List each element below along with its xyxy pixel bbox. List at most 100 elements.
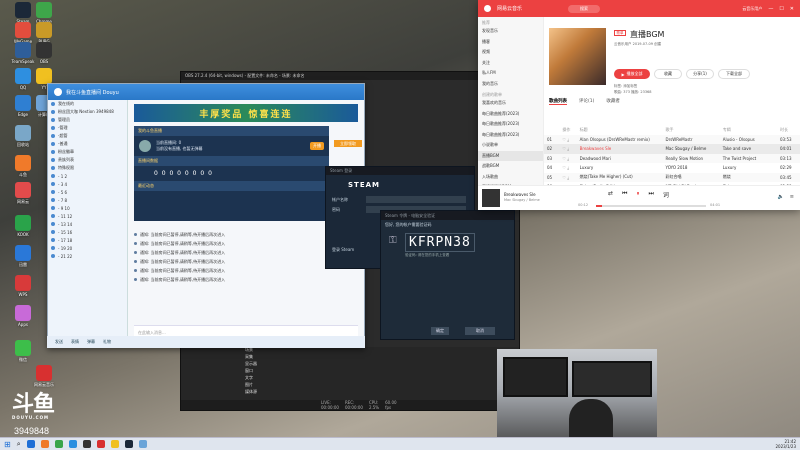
sidebar-item[interactable]: 入场歌曲 bbox=[478, 172, 543, 183]
sidebar-item[interactable]: 每日歌曲推荐(2023) bbox=[478, 119, 543, 130]
song-row[interactable]: 01 ♡ ⤓ Alan Olsopus (DrsWReMastr remix) Drs… bbox=[544, 134, 800, 144]
like-icon[interactable]: ♡ ⤓ bbox=[559, 137, 576, 142]
contact-row[interactable]: - 3 4 bbox=[48, 180, 127, 188]
search-icon[interactable]: ⌕ bbox=[17, 440, 21, 449]
like-icon[interactable]: ♡ ⤓ bbox=[559, 175, 576, 180]
desktop-icon[interactable]: OBS bbox=[24, 42, 64, 64]
contact-row[interactable]: 我在线的 bbox=[48, 100, 127, 108]
taskbar-app-icon[interactable] bbox=[68, 440, 77, 448]
shuffle-icon[interactable]: ⇄ bbox=[608, 190, 613, 199]
sidebar-item[interactable]: 视频 bbox=[478, 47, 543, 58]
contact-row[interactable]: 粉丝徽章 bbox=[48, 148, 127, 156]
contact-row[interactable]: - 5 6 bbox=[48, 188, 127, 196]
download-all-button[interactable]: 下载全部 bbox=[718, 69, 750, 79]
song-row[interactable]: 04 ♡ ⤓ Luxury YOYO 2018 Luxury 02:29 bbox=[544, 163, 800, 173]
desktop-icon[interactable]: KOOK bbox=[3, 215, 43, 237]
share-button[interactable]: 分享(1) bbox=[686, 69, 714, 79]
contact-row[interactable]: -超管 bbox=[48, 132, 127, 140]
sidebar-item[interactable]: 小说歌单 bbox=[478, 140, 543, 151]
obs-source-item[interactable]: 场景 bbox=[243, 347, 295, 354]
start-icon[interactable]: ⊞ bbox=[4, 440, 11, 449]
steam-guard-ok-button[interactable]: 确定 bbox=[431, 327, 449, 335]
sidebar-item[interactable]: 我的音乐 bbox=[478, 79, 543, 90]
play-all-button[interactable]: ▶ 播放全部 bbox=[614, 69, 650, 79]
contact-row[interactable]: 贵族列表 bbox=[48, 156, 127, 164]
obs-source-item[interactable]: 媒体源 bbox=[243, 389, 295, 396]
taskbar-app-icon[interactable] bbox=[138, 440, 147, 448]
volume-icon[interactable]: 🔈 bbox=[778, 194, 784, 200]
obs-source-item[interactable]: 显示器 bbox=[243, 361, 295, 368]
contact-row[interactable]: 粉丝团大咖 Nextion 3949848 bbox=[48, 108, 127, 116]
taskbar-app-icon[interactable] bbox=[110, 440, 119, 448]
sidebar-item[interactable]: 直播BGM bbox=[478, 150, 543, 161]
contact-row[interactable]: - 7 8 bbox=[48, 196, 127, 204]
pause-icon[interactable]: ⏸ bbox=[636, 190, 639, 199]
playlist-tab[interactable]: 收藏者 bbox=[606, 98, 620, 105]
contact-row[interactable]: 特殊权限 bbox=[48, 164, 127, 172]
desktop-icon[interactable]: 斗鱼 bbox=[3, 155, 43, 177]
contact-row[interactable]: - 19 20 bbox=[48, 244, 127, 252]
close-icon[interactable]: ✕ bbox=[790, 6, 794, 12]
chat-footer-item[interactable]: 发送 bbox=[55, 339, 63, 345]
contact-row[interactable]: 管理员 bbox=[48, 116, 127, 124]
sidebar-item[interactable]: 播客 bbox=[478, 37, 543, 48]
taskbar-app-icon[interactable] bbox=[40, 440, 49, 448]
obs-source-item[interactable]: 图片 bbox=[243, 382, 295, 389]
search-input[interactable]: 搜索 bbox=[568, 4, 601, 13]
minimize-icon[interactable]: — bbox=[768, 6, 773, 12]
desktop-icon[interactable]: 网易云音乐 bbox=[24, 365, 64, 387]
desktop-icon[interactable]: WPS bbox=[3, 275, 43, 297]
sidebar-item[interactable]: 每日歌曲推荐(2023) bbox=[478, 109, 543, 120]
song-row[interactable]: 03 ♡ ⤓ Deadwood Mari Really Slow Motion The … bbox=[544, 153, 800, 163]
claim-button[interactable]: 立即领取 bbox=[334, 140, 362, 147]
contact-row[interactable]: - 11 12 bbox=[48, 212, 127, 220]
desktop-icon[interactable]: 迅雷 bbox=[3, 245, 43, 267]
like-icon[interactable]: ♡ ⤓ bbox=[559, 165, 576, 170]
obs-source-item[interactable]: 采集 bbox=[243, 354, 295, 361]
taskbar-app-icon[interactable] bbox=[26, 440, 35, 448]
prev-icon[interactable]: ⏮ bbox=[622, 190, 627, 199]
sidebar-item[interactable]: 关注 bbox=[478, 58, 543, 69]
obs-source-item[interactable]: 窗口 bbox=[243, 368, 295, 375]
chat-footer-item[interactable]: 礼物 bbox=[103, 339, 111, 345]
steam-guard-cancel-button[interactable]: 取消 bbox=[465, 327, 495, 335]
playlist-icon[interactable]: ≡ bbox=[790, 194, 794, 200]
playlist-tab[interactable]: 评论(1) bbox=[579, 98, 594, 105]
contact-row[interactable]: - 17 18 bbox=[48, 236, 127, 244]
song-row[interactable]: 02 ♡ ⤓ Breakwaves Sle Mac Sbugay / Belme Tak… bbox=[544, 144, 800, 154]
maximize-icon[interactable]: ☐ bbox=[779, 6, 783, 12]
contact-row[interactable]: -管理 bbox=[48, 124, 127, 132]
chat-footer-item[interactable]: 弹幕 bbox=[87, 339, 95, 345]
sidebar-item[interactable]: 发现音乐 bbox=[478, 26, 543, 37]
collect-button[interactable]: 收藏 bbox=[654, 69, 682, 79]
like-icon[interactable]: ♡ ⤓ bbox=[559, 146, 576, 151]
sidebar-item[interactable]: 战歌BGM bbox=[478, 161, 543, 172]
contact-row[interactable]: - 1 2 bbox=[48, 172, 127, 180]
chat-footer-item[interactable]: 表情 bbox=[71, 339, 79, 345]
lyrics-icon[interactable]: 词 bbox=[663, 190, 669, 199]
taskbar-app-icon[interactable] bbox=[82, 440, 91, 448]
desktop-icon[interactable]: 回收站 bbox=[3, 125, 43, 147]
contact-row[interactable]: - 13 14 bbox=[48, 220, 127, 228]
desktop-icon[interactable]: PUBG bbox=[24, 22, 64, 44]
contact-row[interactable]: - 15 16 bbox=[48, 228, 127, 236]
sidebar-item[interactable]: 每日歌曲推荐(2023) bbox=[478, 130, 543, 141]
next-icon[interactable]: ⏭ bbox=[648, 190, 653, 199]
taskbar-app-icon[interactable] bbox=[54, 440, 63, 448]
sidebar-item[interactable]: 我喜欢的音乐 bbox=[478, 98, 543, 109]
desktop-icon[interactable]: 微信 bbox=[3, 340, 43, 362]
contact-row[interactable]: - 9 10 bbox=[48, 204, 127, 212]
desktop-icon[interactable]: 网易云 bbox=[3, 182, 43, 204]
contact-row[interactable]: -普通 bbox=[48, 140, 127, 148]
obs-source-item[interactable]: 文字 bbox=[243, 375, 295, 382]
sidebar-item[interactable]: 私人FM bbox=[478, 68, 543, 79]
user-name[interactable]: 云音乐用户 bbox=[742, 6, 762, 12]
desktop-icon[interactable]: Apps bbox=[3, 305, 43, 327]
progress-bar[interactable] bbox=[596, 205, 706, 207]
desktop-icon[interactable]: Chrome bbox=[24, 2, 64, 24]
taskbar-app-icon[interactable] bbox=[124, 440, 133, 448]
account-field[interactable] bbox=[366, 196, 466, 203]
like-icon[interactable]: ♡ ⤓ bbox=[559, 156, 576, 161]
contact-row[interactable]: - 21 22 bbox=[48, 252, 127, 260]
playlist-tab[interactable]: 歌曲列表 bbox=[549, 98, 567, 105]
